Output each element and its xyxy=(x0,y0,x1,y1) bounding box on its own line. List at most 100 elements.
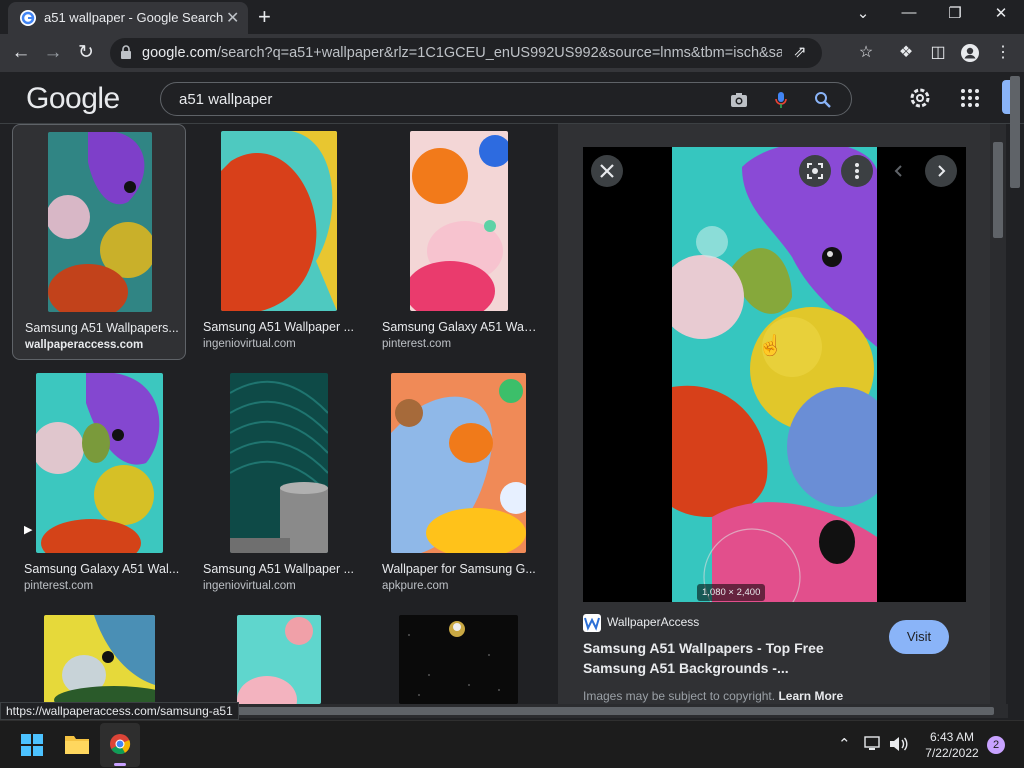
clock-time: 6:43 AM xyxy=(929,730,975,744)
image-results-grid: Samsung A51 Wallpapers... wallpaperacces… xyxy=(0,124,558,704)
minimize-button[interactable]: — xyxy=(894,4,924,21)
taskbar-clock[interactable]: 6:43 AM 7/22/2022 xyxy=(912,729,992,761)
profile-avatar-icon[interactable] xyxy=(960,43,980,63)
image-result-card[interactable]: Samsung Galaxy A51 Wall... pinterest.com xyxy=(370,124,544,360)
preview-image-frame: 1,080 × 2,400 ☝ xyxy=(583,147,966,602)
image-result-card[interactable] xyxy=(191,608,365,704)
restore-button[interactable]: ❐ xyxy=(940,4,970,22)
notification-badge[interactable]: 2 xyxy=(987,736,1005,754)
image-result-card[interactable]: Samsung A51 Wallpapers... wallpaperacces… xyxy=(12,124,186,360)
scrollbar-thumb[interactable] xyxy=(993,142,1003,238)
result-thumbnail[interactable] xyxy=(237,615,321,704)
network-icon[interactable] xyxy=(864,736,882,752)
image-result-card[interactable]: Samsung A51 Wallpaper ... ingeniovirtual… xyxy=(191,124,365,360)
vertical-scrollbar[interactable] xyxy=(990,124,1024,704)
tab-close-icon[interactable]: ✕ xyxy=(226,8,239,28)
play-icon[interactable]: ▶ xyxy=(24,523,32,536)
image-result-card[interactable]: Wallpaper for Samsung G... apkpure.com xyxy=(370,366,544,602)
image-result-card[interactable] xyxy=(370,608,544,704)
google-header: Google xyxy=(0,72,1024,124)
windows-start-icon[interactable] xyxy=(21,734,43,756)
page-scrollbar-thumb[interactable] xyxy=(1010,76,1020,188)
windows-taskbar: ⌃ 6:43 AM 7/22/2022 2 xyxy=(0,720,1024,768)
reload-icon[interactable]: ↻ xyxy=(73,40,99,66)
tab-title: a51 wallpaper - Google Search xyxy=(44,10,224,25)
share-icon[interactable]: ⇗ xyxy=(790,43,810,63)
google-apps-icon[interactable] xyxy=(960,88,980,108)
copyright-text: Images may be subject to copyright. xyxy=(583,689,776,703)
file-explorer-icon[interactable] xyxy=(64,733,90,755)
google-favicon-icon xyxy=(20,10,36,26)
side-panel-icon[interactable]: ◫ xyxy=(928,43,948,63)
camera-search-icon[interactable] xyxy=(729,90,749,110)
result-title[interactable]: Samsung A51 Wallpaper ... xyxy=(203,320,359,334)
result-title[interactable]: Samsung Galaxy A51 Wal... xyxy=(24,562,180,576)
volume-icon[interactable] xyxy=(888,736,908,752)
lens-search-button[interactable] xyxy=(799,155,831,187)
image-result-card[interactable]: ▶ Samsung Galaxy A51 Wal... pinterest.co… xyxy=(12,366,186,602)
result-title[interactable]: Wallpaper for Samsung G... xyxy=(382,562,538,576)
url-path: /search?q=a51+wallpaper&rlz=1C1GCEU_enUS… xyxy=(216,45,782,61)
result-thumbnail[interactable] xyxy=(221,131,337,311)
lock-icon xyxy=(121,45,131,59)
next-image-button[interactable] xyxy=(925,155,957,187)
side-tab-indicator[interactable] xyxy=(1002,80,1010,114)
result-source[interactable]: apkpure.com xyxy=(382,580,448,592)
result-thumbnail[interactable] xyxy=(391,373,526,553)
clock-date: 7/22/2022 xyxy=(925,746,979,760)
chrome-icon xyxy=(110,734,131,755)
search-input[interactable] xyxy=(179,89,699,109)
result-thumbnail[interactable] xyxy=(48,132,152,312)
result-source[interactable]: pinterest.com xyxy=(24,580,93,592)
browser-menu-icon[interactable]: ⋮ xyxy=(993,43,1013,63)
result-thumbnail[interactable] xyxy=(410,131,508,311)
settings-gear-icon[interactable] xyxy=(908,86,932,110)
result-title[interactable]: Samsung Galaxy A51 Wall... xyxy=(382,320,538,334)
close-preview-button[interactable] xyxy=(591,155,623,187)
preview-source[interactable]: WallpaperAccess xyxy=(583,614,699,632)
image-result-card[interactable]: Samsung A51 Wallpaper ... ingeniovirtual… xyxy=(191,366,365,602)
address-url: google.com/search?q=a51+wallpaper&rlz=1C… xyxy=(142,45,782,61)
visit-button[interactable]: Visit xyxy=(889,620,949,654)
source-favicon-icon xyxy=(583,614,601,632)
search-icon[interactable] xyxy=(813,90,833,110)
chrome-taskbar-button[interactable] xyxy=(100,723,140,767)
result-source[interactable]: wallpaperaccess.com xyxy=(25,339,143,351)
more-options-button[interactable] xyxy=(841,155,873,187)
url-host: google.com xyxy=(142,45,217,61)
address-bar[interactable]: google.com/search?q=a51+wallpaper&rlz=1C… xyxy=(110,38,822,68)
result-thumbnail[interactable] xyxy=(399,615,518,704)
copyright-notice: Images may be subject to copyright. Lear… xyxy=(583,689,843,703)
learn-more-link[interactable]: Learn More xyxy=(778,689,843,703)
close-window-button[interactable]: ✕ xyxy=(986,4,1016,22)
preview-title[interactable]: Samsung A51 Wallpapers - Top Free Samsun… xyxy=(583,638,843,678)
hand-cursor-icon: ☝ xyxy=(758,335,783,357)
back-arrow-icon[interactable]: ← xyxy=(8,40,34,66)
result-source[interactable]: pinterest.com xyxy=(382,338,451,350)
google-logo[interactable]: Google xyxy=(26,82,120,116)
extensions-puzzle-icon[interactable]: ❖ xyxy=(896,43,916,63)
preview-image[interactable] xyxy=(672,147,877,602)
forward-arrow-icon[interactable]: → xyxy=(40,40,66,66)
search-box[interactable] xyxy=(160,82,852,116)
hscroll-thumb[interactable] xyxy=(234,707,994,715)
result-thumbnail[interactable] xyxy=(36,373,163,553)
result-source[interactable]: ingeniovirtual.com xyxy=(203,580,296,592)
active-app-indicator xyxy=(114,763,126,766)
previous-image-button[interactable] xyxy=(883,155,915,187)
tray-chevron-up-icon[interactable]: ⌃ xyxy=(838,735,851,753)
image-result-card[interactable] xyxy=(12,608,186,704)
result-title[interactable]: Samsung A51 Wallpapers... xyxy=(25,321,181,335)
result-thumbnail[interactable] xyxy=(44,615,155,704)
new-tab-button[interactable]: + xyxy=(258,4,271,30)
browser-tab[interactable]: a51 wallpaper - Google Search ✕ xyxy=(8,2,248,34)
result-source[interactable]: ingeniovirtual.com xyxy=(203,338,296,350)
close-icon xyxy=(600,164,614,178)
tab-search-button[interactable]: ⌄ xyxy=(848,4,878,22)
lens-icon xyxy=(807,163,823,179)
microphone-icon[interactable] xyxy=(771,90,791,110)
chevron-left-icon xyxy=(894,165,902,177)
result-title[interactable]: Samsung A51 Wallpaper ... xyxy=(203,562,359,576)
result-thumbnail[interactable] xyxy=(230,373,328,553)
bookmark-star-icon[interactable]: ☆ xyxy=(856,43,876,63)
